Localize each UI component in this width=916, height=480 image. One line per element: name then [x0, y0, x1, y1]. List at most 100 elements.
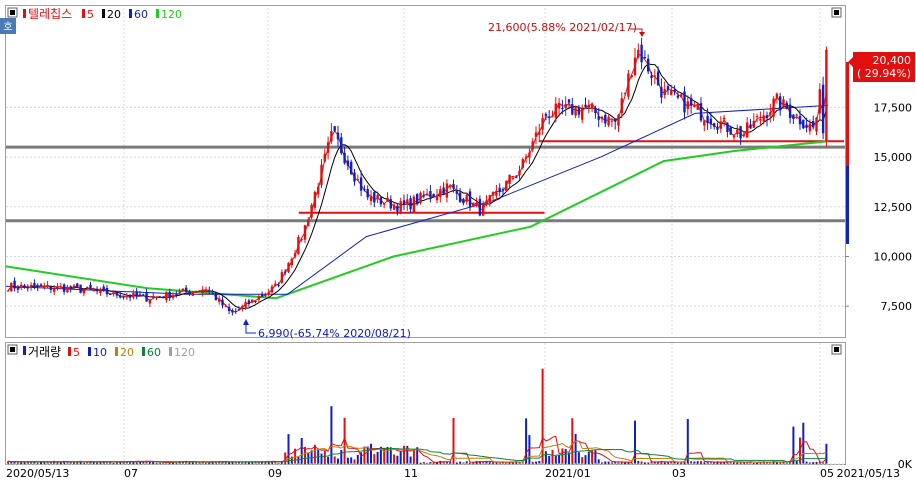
candle-down [478, 198, 482, 216]
candle-up [435, 195, 439, 201]
date-axis: 2020/05/13 07 09 11 2021/01 03 05 2021/05/13 [6, 467, 900, 480]
volume-bar [363, 446, 366, 464]
volume-bar [399, 451, 402, 464]
candle-up [274, 283, 277, 286]
candle-up [86, 287, 89, 289]
candle-down [340, 137, 343, 154]
candle-down [699, 103, 703, 121]
candle-down [432, 193, 435, 197]
candle-up [495, 190, 498, 196]
candle-down [36, 285, 39, 287]
volume-bar [297, 456, 300, 464]
candle-up [251, 299, 254, 303]
candle-down [168, 291, 171, 299]
candle-up [511, 177, 515, 179]
candle-up [627, 73, 630, 97]
candle-down [788, 104, 792, 119]
candle-down [373, 192, 376, 203]
candle-up [475, 202, 478, 206]
legend-label: 5 [87, 8, 94, 21]
candle-up [752, 120, 755, 128]
candle-up [257, 296, 260, 300]
volume-bar [356, 455, 359, 464]
candle-down [105, 287, 109, 295]
volume-bar [825, 443, 828, 464]
candle-down [455, 191, 458, 194]
candle-down [614, 119, 617, 122]
volume-bar [587, 451, 590, 464]
candle-down [89, 284, 92, 290]
volume-bar [337, 458, 339, 464]
candle-up [445, 183, 449, 198]
candle-up [653, 75, 656, 77]
candle-down [76, 283, 79, 287]
candle-down [765, 115, 769, 119]
candle-down [640, 44, 643, 63]
candle-up [112, 291, 115, 295]
candle-down [39, 284, 43, 286]
volume-bar [568, 452, 570, 464]
candle-down [805, 124, 808, 128]
candle-down [713, 123, 716, 127]
candle-down [115, 292, 119, 296]
candle-down [452, 184, 455, 189]
candle-up [317, 186, 320, 195]
candle-up [732, 135, 736, 138]
candle-up [607, 116, 610, 126]
candle-up [204, 289, 208, 292]
candle-up [693, 105, 696, 108]
candle-up [399, 201, 402, 212]
candle-up [99, 288, 102, 294]
candle-up [439, 189, 442, 198]
candle-up [637, 49, 640, 58]
candle-down [396, 205, 399, 212]
candle-up [755, 115, 759, 117]
volume-bar [680, 462, 683, 464]
candle-down [676, 95, 680, 98]
legend-swatch [68, 347, 71, 356]
candle-down [221, 299, 224, 306]
volume-bar [624, 462, 627, 464]
candle-down [62, 284, 66, 292]
candle-up [326, 142, 330, 153]
candle-down [812, 121, 815, 128]
volume-bar [396, 455, 399, 464]
low-annotation-label: 6,990(-65.74% 2020/08/21) [258, 327, 411, 340]
volume-bar [544, 451, 547, 464]
volume-bar [412, 449, 415, 464]
candle-down [359, 177, 363, 191]
candle-down [739, 126, 742, 139]
candle-up [244, 301, 247, 308]
volume-bar [756, 462, 759, 464]
candle-down [577, 107, 581, 115]
candle-down [468, 191, 472, 208]
price-tick-label: 10,000 [874, 250, 913, 263]
candle-down [214, 293, 218, 301]
candle-down [379, 197, 383, 205]
candle-down [366, 189, 369, 198]
candle-up [670, 89, 673, 96]
candle-down [109, 293, 112, 295]
candle-up [488, 195, 491, 203]
candle-down [389, 199, 392, 209]
volume-bar [333, 456, 336, 464]
candle-down [158, 296, 161, 298]
price-tick-label: 17,500 [874, 101, 913, 114]
candle-up [171, 295, 175, 299]
candle-up [449, 186, 452, 188]
candle-up [620, 98, 623, 114]
candle-up [425, 193, 429, 196]
candle-up [66, 286, 69, 293]
candle-up [663, 89, 666, 95]
volume-bar [700, 461, 702, 464]
candle-up [782, 99, 785, 107]
price-axis: 7,500 10,000 12,500 15,000 17,500 [845, 101, 912, 313]
volume-bar [594, 450, 597, 464]
candle-up [623, 93, 627, 95]
candle-up [356, 179, 359, 181]
candle-up [419, 192, 422, 203]
volume-bar [393, 454, 396, 464]
candle-up [528, 152, 531, 158]
candle-down [792, 114, 795, 119]
legend-swatch [142, 347, 145, 356]
